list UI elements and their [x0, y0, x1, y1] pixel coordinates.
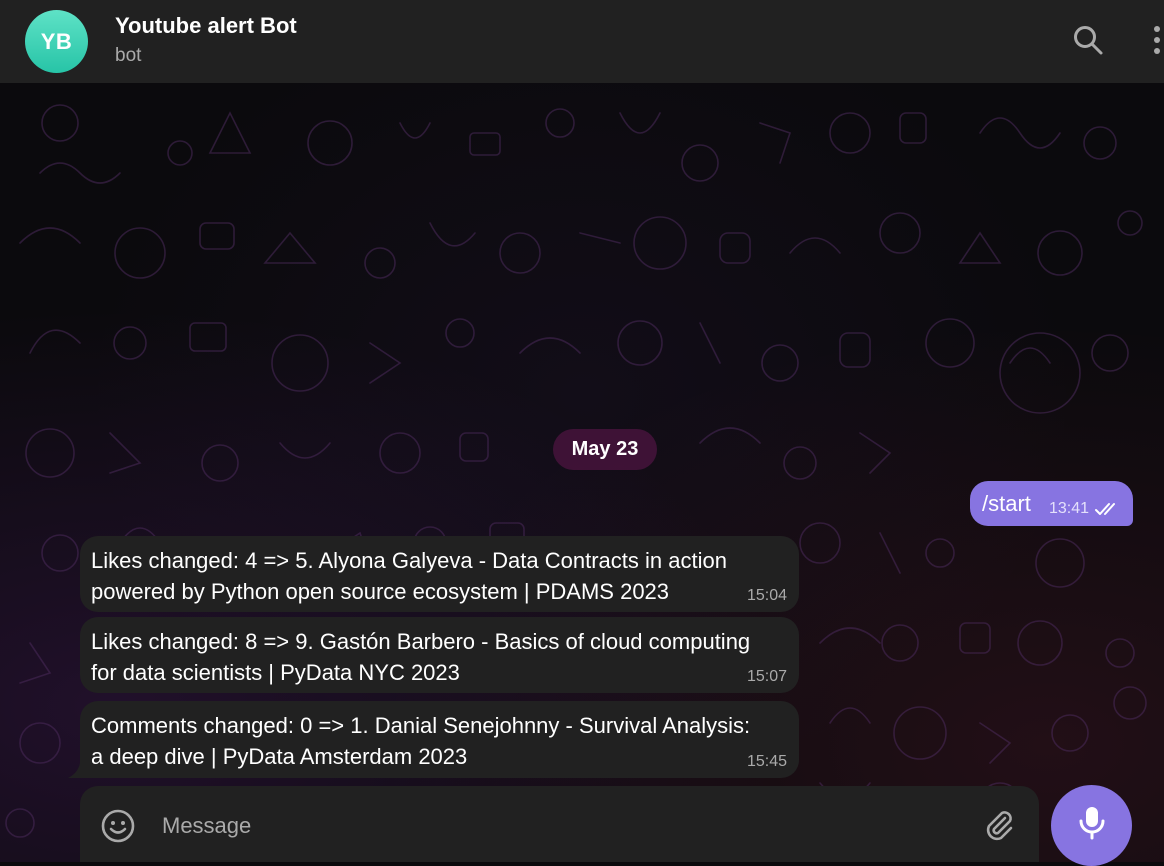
search-icon[interactable]	[1072, 24, 1104, 61]
message-time: 15:04	[746, 587, 787, 604]
message-text: /start	[982, 491, 1031, 516]
message-input[interactable]	[160, 808, 944, 844]
chat-header: YB Youtube alert Bot bot	[0, 0, 1164, 83]
message-text: Comments changed: 0 => 1. Danial Senejoh…	[91, 713, 751, 769]
date-separator: May 23	[553, 429, 657, 470]
incoming-message[interactable]: Likes changed: 8 => 9. Gastón Barbero - …	[80, 617, 799, 693]
message-time: 13:41	[1049, 500, 1090, 517]
avatar[interactable]: YB	[25, 10, 88, 73]
chat-title[interactable]: Youtube alert Bot	[115, 13, 297, 39]
double-check-icon	[1094, 501, 1120, 522]
microphone-icon	[1077, 805, 1107, 846]
message-list[interactable]: May 23 /start 13:41 Likes changed: 4 => …	[0, 83, 1164, 862]
emoji-icon[interactable]	[100, 808, 136, 849]
chat-subtitle: bot	[115, 45, 142, 66]
microphone-button[interactable]	[1051, 785, 1132, 866]
message-composer	[80, 786, 1039, 862]
incoming-message[interactable]: Comments changed: 0 => 1. Danial Senejoh…	[80, 701, 799, 778]
message-text: Likes changed: 8 => 9. Gastón Barbero - …	[91, 629, 751, 685]
bubble-tail	[68, 763, 84, 778]
message-text: Likes changed: 4 => 5. Alyona Galyeva - …	[91, 548, 727, 604]
attach-icon[interactable]	[983, 808, 1015, 847]
incoming-message[interactable]: Likes changed: 4 => 5. Alyona Galyeva - …	[80, 536, 799, 612]
outgoing-message[interactable]: /start 13:41	[970, 481, 1133, 526]
message-time: 15:45	[746, 753, 787, 770]
more-vertical-icon[interactable]	[1150, 22, 1164, 63]
message-time: 15:07	[746, 668, 787, 685]
